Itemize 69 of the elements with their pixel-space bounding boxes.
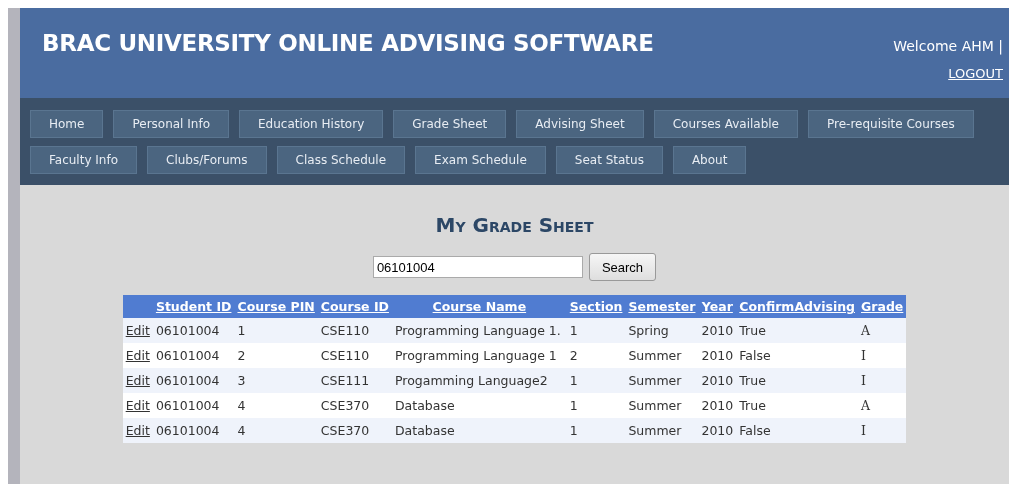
- table-cell: 2010: [698, 418, 737, 443]
- table-cell: CSE111: [317, 368, 392, 393]
- table-cell: 06101004: [152, 368, 235, 393]
- table-cell: Summer: [625, 368, 699, 393]
- table-cell: False: [736, 418, 858, 443]
- table-cell: I: [858, 343, 907, 368]
- nav-tab[interactable]: Education History: [239, 110, 384, 138]
- table-cell: I: [858, 368, 907, 393]
- table-cell: 1: [234, 318, 318, 343]
- nav-tab[interactable]: Advising Sheet: [516, 110, 644, 138]
- nav-tab[interactable]: Grade Sheet: [393, 110, 507, 138]
- table-cell: 06101004: [152, 318, 235, 343]
- table-cell: Database: [391, 393, 567, 418]
- table-cell: 06101004: [152, 343, 235, 368]
- table-cell: 06101004: [152, 393, 235, 418]
- table-cell: I: [858, 418, 907, 443]
- table-cell: 3: [234, 368, 318, 393]
- nav-tab[interactable]: Clubs/Forums: [147, 146, 267, 174]
- table-cell: A: [858, 393, 907, 418]
- table-cell: 4: [234, 418, 318, 443]
- welcome-text: Welcome AHM |: [893, 38, 1003, 54]
- table-cell: Summer: [625, 393, 699, 418]
- edit-link[interactable]: Edit: [125, 423, 150, 438]
- table-cell: Programming Language 1.: [391, 318, 567, 343]
- table-cell: 1: [566, 318, 626, 343]
- table-cell: 2: [566, 343, 626, 368]
- table-cell: CSE110: [317, 318, 392, 343]
- table-cell: 2010: [698, 393, 737, 418]
- table-cell: Database: [391, 418, 567, 443]
- table-cell: True: [736, 368, 858, 393]
- nav-tab[interactable]: Personal Info: [113, 110, 229, 138]
- nav-tab[interactable]: Courses Available: [653, 110, 798, 138]
- table-cell: CSE370: [317, 418, 392, 443]
- table-cell: Spring: [625, 318, 699, 343]
- table-cell: 1: [566, 393, 626, 418]
- nav-tab[interactable]: Faculty Info: [30, 146, 138, 174]
- nav-tab[interactable]: Pre-requisite Courses: [808, 110, 974, 138]
- table-cell: True: [736, 318, 858, 343]
- table-cell: True: [736, 393, 858, 418]
- nav-tab[interactable]: Home: [30, 110, 104, 138]
- page-title: My Grade Sheet: [435, 213, 594, 237]
- table-cell: 2010: [698, 368, 737, 393]
- site-title: BRAC UNIVERSITY ONLINE ADVISING SOFTWARE: [42, 30, 654, 58]
- search-button[interactable]: Search: [588, 253, 657, 281]
- table-cell: Programming Language 1: [391, 343, 567, 368]
- table-cell: 1: [566, 418, 626, 443]
- table-cell: A: [858, 318, 907, 343]
- edit-link[interactable]: Edit: [125, 373, 150, 388]
- table-cell: 1: [566, 368, 626, 393]
- edit-link[interactable]: Edit: [125, 348, 150, 363]
- edit-link[interactable]: Edit: [125, 398, 150, 413]
- nav-tab[interactable]: Exam Schedule: [415, 146, 546, 174]
- nav-tab[interactable]: About: [672, 146, 747, 174]
- table-cell: Summer: [625, 418, 699, 443]
- table-cell: 2010: [698, 343, 737, 368]
- table-cell: Progamming Language2: [391, 368, 567, 393]
- table-cell: 2010: [698, 318, 737, 343]
- search-field[interactable]: 06101004: [372, 256, 583, 278]
- table-cell: CSE110: [317, 343, 392, 368]
- nav-tab[interactable]: Class Schedule: [276, 146, 406, 174]
- table-cell: CSE370: [317, 393, 392, 418]
- table-cell: False: [736, 343, 858, 368]
- table-cell: 4: [234, 393, 318, 418]
- table-cell: 2: [234, 343, 318, 368]
- table-cell: Summer: [625, 343, 699, 368]
- edit-link[interactable]: Edit: [125, 323, 150, 338]
- logout-link[interactable]: LOGOUT: [948, 66, 1003, 81]
- table-cell: 06101004: [152, 418, 235, 443]
- nav-tab[interactable]: Seat Status: [555, 146, 663, 174]
